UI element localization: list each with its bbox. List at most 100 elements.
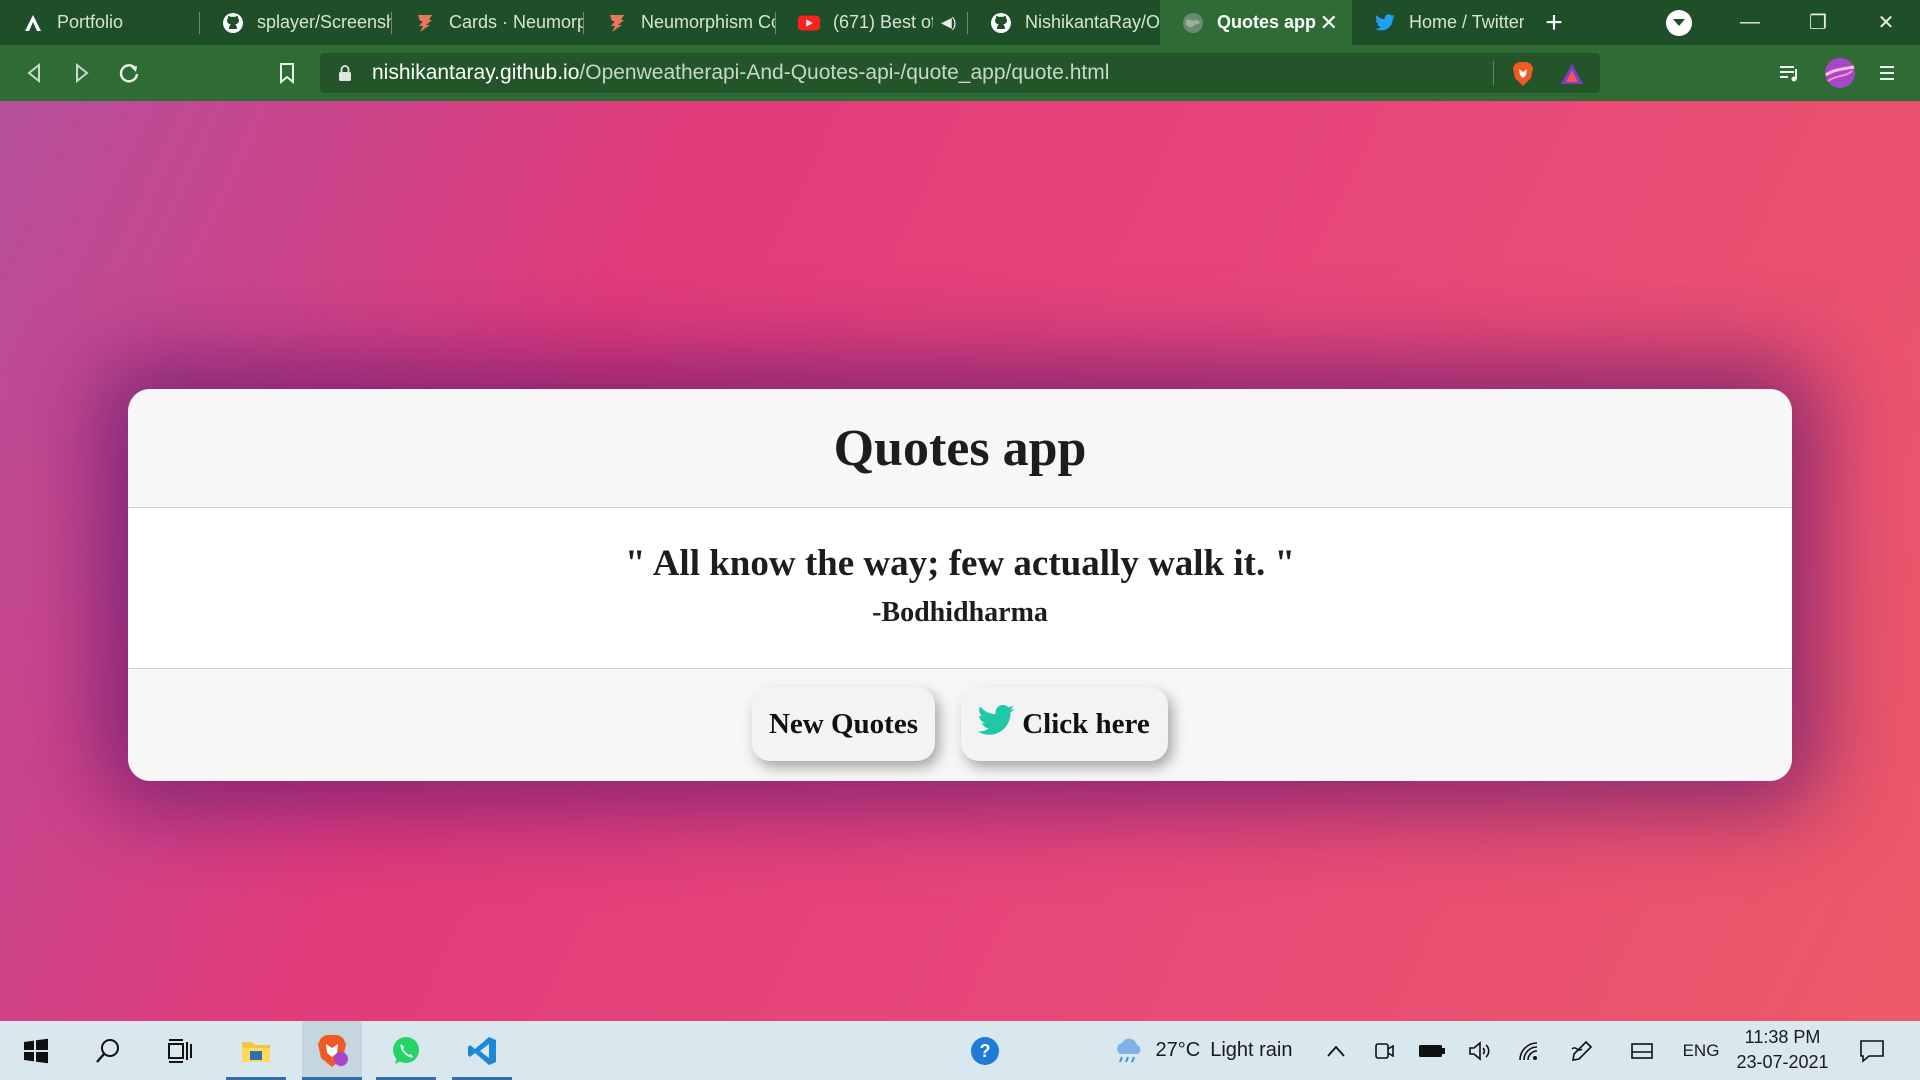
minimize-button[interactable]: — [1716,11,1784,34]
reload-button[interactable] [115,59,143,87]
back-arrow-icon [27,63,40,83]
github-icon [222,12,244,34]
tweet-label: Click here [1022,707,1150,740]
address-bar[interactable]: nishikantaray.github.io/Openweatherapi-A… [320,53,1600,93]
whatsapp-button[interactable] [376,1021,436,1080]
forward-arrow-icon [76,63,89,83]
pen-icon [1571,1040,1593,1061]
language-label: ENG [1682,1040,1720,1060]
clock-time: 11:38 PM [1744,1027,1821,1047]
windows-logo-icon [24,1038,48,1063]
tab-cards-neumorphism[interactable]: Cards · Neumorp [392,0,584,45]
codepen-icon [606,12,628,34]
speaker-icon [1469,1040,1490,1061]
tab-title: Quotes app [1217,12,1317,32]
tab-portfolio[interactable]: Portfolio [0,0,200,45]
tab-title: Neumorphism Cc [641,12,776,32]
network-button[interactable] [1514,1021,1544,1080]
tab-title: splayer/Screensh [257,12,392,32]
task-view-icon [168,1038,192,1063]
action-center-button[interactable] [1852,1021,1892,1080]
pen-workspace-button[interactable] [1568,1021,1596,1080]
brave-rewards-icon[interactable] [1560,63,1584,85]
search-button[interactable] [78,1021,138,1080]
chevron-up-icon [1327,1045,1345,1057]
media-playlist-button[interactable] [1776,59,1804,87]
tab-splayer[interactable]: splayer/Screensh [200,0,392,45]
browser-toolbar: nishikantaray.github.io/Openweatherapi-A… [0,45,1920,101]
show-hidden-icons-button[interactable] [1322,1021,1350,1080]
brave-shields-icon[interactable] [1511,61,1535,87]
vscode-button[interactable] [452,1021,512,1080]
search-icon [96,1038,119,1063]
clock-date: 23-07-2021 [1736,1052,1829,1072]
system-clock[interactable]: 11:38 PM 23-07-2021 [1730,1025,1835,1075]
whatsapp-icon [393,1036,419,1064]
github-icon [990,12,1012,34]
tab-neumorphism[interactable]: Neumorphism Cc [584,0,776,45]
forward-button[interactable] [68,59,96,87]
globe-icon [1182,12,1204,34]
restore-button[interactable]: ❐ [1784,10,1852,35]
divider [1493,61,1494,85]
touch-keyboard-button[interactable] [1628,1021,1656,1080]
close-window-button[interactable]: ✕ [1852,10,1920,35]
vscode-icon [468,1036,496,1065]
tab-twitter[interactable]: Home / Twitter [1352,0,1524,45]
wifi-icon [1519,1041,1538,1060]
battery-button[interactable] [1416,1021,1448,1080]
bookmark-button[interactable] [273,59,301,87]
rain-cloud-icon [1116,1038,1140,1062]
youtube-icon [798,12,820,34]
tab-github-repo[interactable]: NishikantaRay/O [968,0,1160,45]
brave-taskbar-button[interactable] [302,1021,362,1080]
codepen-icon [414,12,436,34]
page-title: Quotes app [833,419,1087,477]
task-view-button[interactable] [150,1021,210,1080]
tab-strip: Portfolio splayer/Screensh Cards · Neumo… [0,0,1920,45]
profile-avatar[interactable] [1824,57,1856,89]
card-footer: New Quotes Click here [128,669,1792,781]
close-tab-icon[interactable]: ✕ [1320,10,1338,36]
meet-now-button[interactable] [1370,1021,1398,1080]
playlist-icon [1780,66,1797,82]
language-indicator[interactable]: ENG [1680,1021,1722,1080]
new-quote-label: New Quotes [768,707,918,740]
new-quote-button[interactable]: New Quotes [752,687,935,761]
speaker-icon[interactable]: ◀) [941,14,956,31]
tab-quotes-app[interactable]: Quotes app ✕ [1160,0,1352,45]
weather-condition: Light rain [1210,1039,1293,1061]
bookmark-icon [280,63,294,84]
weather-temp: 27°C [1155,1039,1201,1061]
chevron-down-icon [1673,19,1685,26]
start-button[interactable] [6,1021,66,1080]
tweet-button[interactable]: Click here [961,687,1168,761]
folder-icon [242,1041,270,1062]
weather-widget[interactable]: 27°C Light rain [1104,1021,1300,1080]
url-host: nishikantaray.github.io [372,61,580,84]
keyboard-icon [1631,1042,1653,1059]
volume-button[interactable] [1466,1021,1494,1080]
help-button[interactable]: ? [968,1021,1002,1080]
url-path: /Openweatherapi-And-Quotes-api-/quote_ap… [579,61,1110,84]
hamburger-menu-icon [1880,66,1894,80]
browser-menu-button[interactable] [1873,59,1901,87]
file-explorer-button[interactable] [226,1021,286,1080]
arc-logo-icon [22,12,44,34]
tab-youtube[interactable]: (671) Best of ◀) [776,0,968,45]
avatar-icon [1825,58,1855,88]
tab-title: Portfolio [57,12,124,32]
quote-body: " All know the way; few actually walk it… [128,508,1792,669]
windows-taskbar: ? 27°C Light rain ENG 11:38 PM 23-07-202… [0,1021,1920,1080]
back-button[interactable] [20,59,48,87]
tab-search-button[interactable] [1666,10,1692,36]
url-text: nishikantaray.github.io/Openweatherapi-A… [372,61,1109,85]
window-controls: — ❐ ✕ [1716,0,1920,45]
new-tab-button[interactable]: + [1524,0,1584,45]
battery-icon [1419,1044,1445,1057]
quote-text: " All know the way; few actually walk it… [624,543,1296,584]
quote-author: -Bodhidharma [872,597,1048,628]
camera-icon [1375,1042,1394,1059]
tab-title: Home / Twitter [1409,12,1524,32]
reload-icon [119,64,139,83]
